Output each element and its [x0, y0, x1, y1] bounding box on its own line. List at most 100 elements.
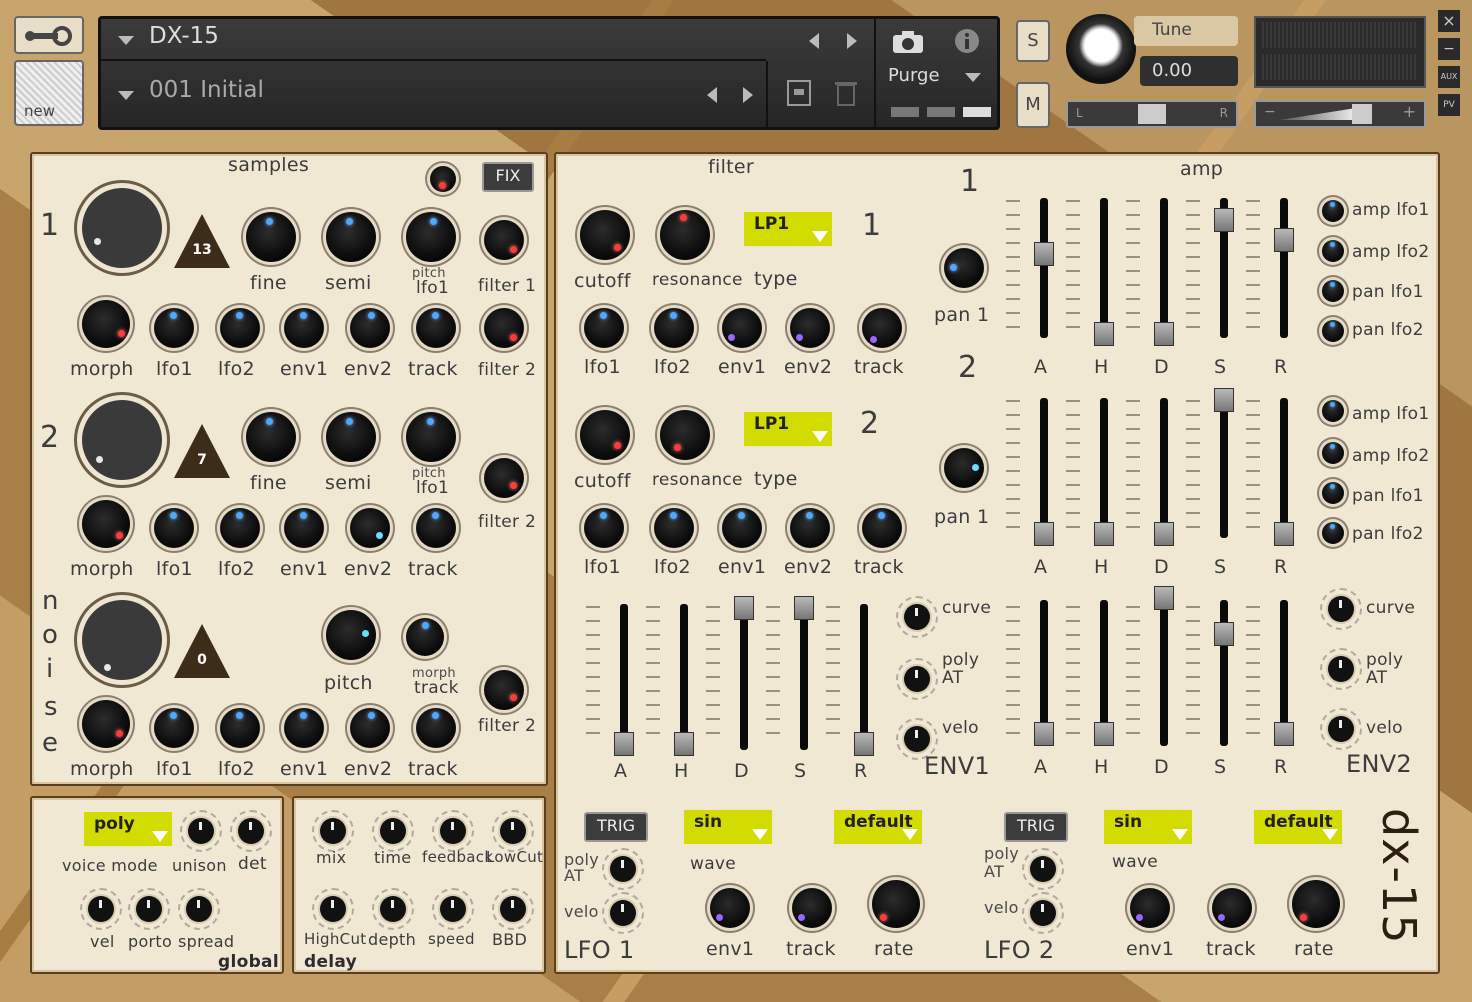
amp2-attack-slider[interactable] — [1034, 398, 1054, 546]
delay-depth-knob[interactable] — [372, 888, 414, 930]
sample-2-semi-knob[interactable] — [326, 412, 376, 462]
env2-curve-knob[interactable] — [1320, 588, 1362, 630]
tune-value[interactable]: 0.00 — [1140, 56, 1238, 86]
noise-env1-knob[interactable] — [284, 708, 324, 748]
filter2-track-knob[interactable] — [862, 508, 902, 548]
amp2-sustain-slider[interactable] — [1214, 388, 1234, 538]
env2-hold-slider[interactable] — [1094, 600, 1114, 746]
purge-menu[interactable]: Purge — [888, 65, 940, 86]
sample-2-select-knob[interactable] — [82, 400, 162, 480]
fix-button[interactable]: FIX — [482, 162, 534, 192]
delay-lowcut-knob[interactable] — [492, 810, 534, 852]
filter2-env1-knob[interactable] — [722, 508, 762, 548]
info-icon[interactable] — [953, 27, 981, 55]
pan-slider[interactable]: L R — [1066, 100, 1238, 128]
filter1-resonance-knob[interactable] — [660, 210, 710, 260]
voice-mode-dropdown[interactable]: poly — [84, 812, 172, 846]
lfo2-env1-knob[interactable] — [1130, 888, 1170, 928]
volume-slider[interactable]: − + — [1254, 100, 1426, 128]
delay-feedback-knob[interactable] — [432, 810, 474, 852]
amp2-release-slider[interactable] — [1274, 398, 1294, 546]
delay-highcut-knob[interactable] — [312, 888, 354, 930]
sample-1-filter1-knob[interactable] — [484, 220, 524, 260]
instrument-menu-caret-icon[interactable] — [118, 36, 134, 45]
env2-velo-knob[interactable] — [1320, 708, 1362, 750]
delay-speed-knob[interactable] — [432, 888, 474, 930]
lfo2-velo-knob[interactable] — [1022, 892, 1064, 934]
filter2-lfo2-knob[interactable] — [654, 508, 694, 548]
lfo1-polyat-knob[interactable] — [602, 848, 644, 890]
volume-handle[interactable] — [1352, 104, 1372, 124]
amp1-amp-lfo2-knob[interactable] — [1322, 240, 1344, 262]
sample-2-filter-knob[interactable] — [484, 458, 524, 498]
amp2-pan-knob[interactable] — [944, 448, 984, 488]
master-volume-knob[interactable] — [1066, 14, 1136, 84]
preset-next-icon[interactable] — [743, 87, 753, 103]
noise-pitch-knob[interactable] — [326, 610, 376, 660]
env1-decay-slider[interactable] — [734, 596, 754, 750]
env2-attack-slider[interactable] — [1034, 600, 1054, 746]
sample-1-morph-knob[interactable] — [82, 300, 130, 348]
env1-hold-slider[interactable] — [674, 604, 694, 756]
lfo2-track-knob[interactable] — [1212, 888, 1252, 928]
amp2-amp-lfo1-knob[interactable] — [1322, 400, 1344, 422]
preset-name[interactable]: 001 Initial — [149, 77, 264, 103]
amp1-attack-slider[interactable] — [1034, 198, 1054, 338]
delete-icon[interactable] — [834, 79, 858, 107]
preset-prev-icon[interactable] — [707, 87, 717, 103]
pan-handle[interactable] — [1138, 104, 1166, 124]
sample-1-semi-knob[interactable] — [326, 212, 376, 262]
amp1-sustain-slider[interactable] — [1214, 198, 1234, 338]
lfo1-trig-button[interactable]: TRIG — [584, 812, 648, 842]
noise-morph-knob[interactable] — [82, 700, 130, 748]
sample-1-env2-knob[interactable] — [350, 308, 390, 348]
porto-knob[interactable] — [128, 888, 170, 930]
amp1-pan-lfo2-knob[interactable] — [1322, 320, 1344, 342]
noise-track-knob[interactable] — [416, 708, 456, 748]
aux-button[interactable]: AUX — [1438, 66, 1460, 88]
delay-bbd-knob[interactable] — [492, 888, 534, 930]
lfo2-polyat-knob[interactable] — [1022, 848, 1064, 890]
env1-polyat-knob[interactable] — [896, 658, 938, 700]
env2-release-slider[interactable] — [1274, 600, 1294, 746]
amp2-pan-lfo1-knob[interactable] — [1322, 482, 1344, 504]
env2-sustain-slider[interactable] — [1214, 600, 1234, 746]
amp1-pan-knob[interactable] — [944, 248, 984, 288]
noise-env2-knob[interactable] — [350, 708, 390, 748]
lfo2-rate-knob[interactable] — [1292, 880, 1340, 928]
settings-wrench-button[interactable] — [14, 16, 84, 54]
noise-lfo2-knob[interactable] — [220, 708, 260, 748]
lfo2-mode-dropdown[interactable]: default — [1254, 810, 1342, 844]
spread-knob[interactable] — [178, 888, 220, 930]
solo-button[interactable]: S — [1016, 20, 1050, 62]
noise-morph-track-knob[interactable] — [406, 618, 444, 656]
mute-button[interactable]: M — [1016, 82, 1050, 128]
delay-time-knob[interactable] — [372, 810, 414, 852]
purge-caret-icon[interactable] — [965, 73, 981, 82]
sample-2-pitch-lfo1-knob[interactable] — [406, 412, 456, 462]
filter1-lfo1-knob[interactable] — [584, 308, 624, 348]
sample-2-lfo1-knob[interactable] — [154, 508, 194, 548]
filter1-lfo2-knob[interactable] — [654, 308, 694, 348]
env2-decay-slider[interactable] — [1154, 586, 1174, 746]
env1-release-slider[interactable] — [854, 604, 874, 756]
close-button[interactable]: × — [1438, 10, 1460, 32]
filter1-cutoff-knob[interactable] — [580, 210, 630, 260]
filter1-env2-knob[interactable] — [790, 308, 830, 348]
amp1-pan-lfo1-knob[interactable] — [1322, 280, 1344, 302]
filter1-type-dropdown[interactable]: LP1 — [744, 212, 832, 246]
amp1-amp-lfo1-knob[interactable] — [1322, 200, 1344, 222]
pv-button[interactable]: PV — [1438, 94, 1460, 116]
sample-1-filter2-knob[interactable] — [484, 308, 524, 348]
amp1-release-slider[interactable] — [1274, 198, 1294, 338]
lfo1-track-knob[interactable] — [792, 888, 832, 928]
filter2-lfo1-knob[interactable] — [584, 508, 624, 548]
det-knob[interactable] — [230, 810, 272, 852]
sample-1-lfo2-knob[interactable] — [220, 308, 260, 348]
preset-menu-caret-icon[interactable] — [118, 91, 134, 100]
amp2-pan-lfo2-knob[interactable] — [1322, 522, 1344, 544]
filter2-env2-knob[interactable] — [790, 508, 830, 548]
sample-2-env1-knob[interactable] — [284, 508, 324, 548]
camera-icon[interactable] — [891, 29, 925, 55]
sample-1-track-knob[interactable] — [416, 308, 456, 348]
